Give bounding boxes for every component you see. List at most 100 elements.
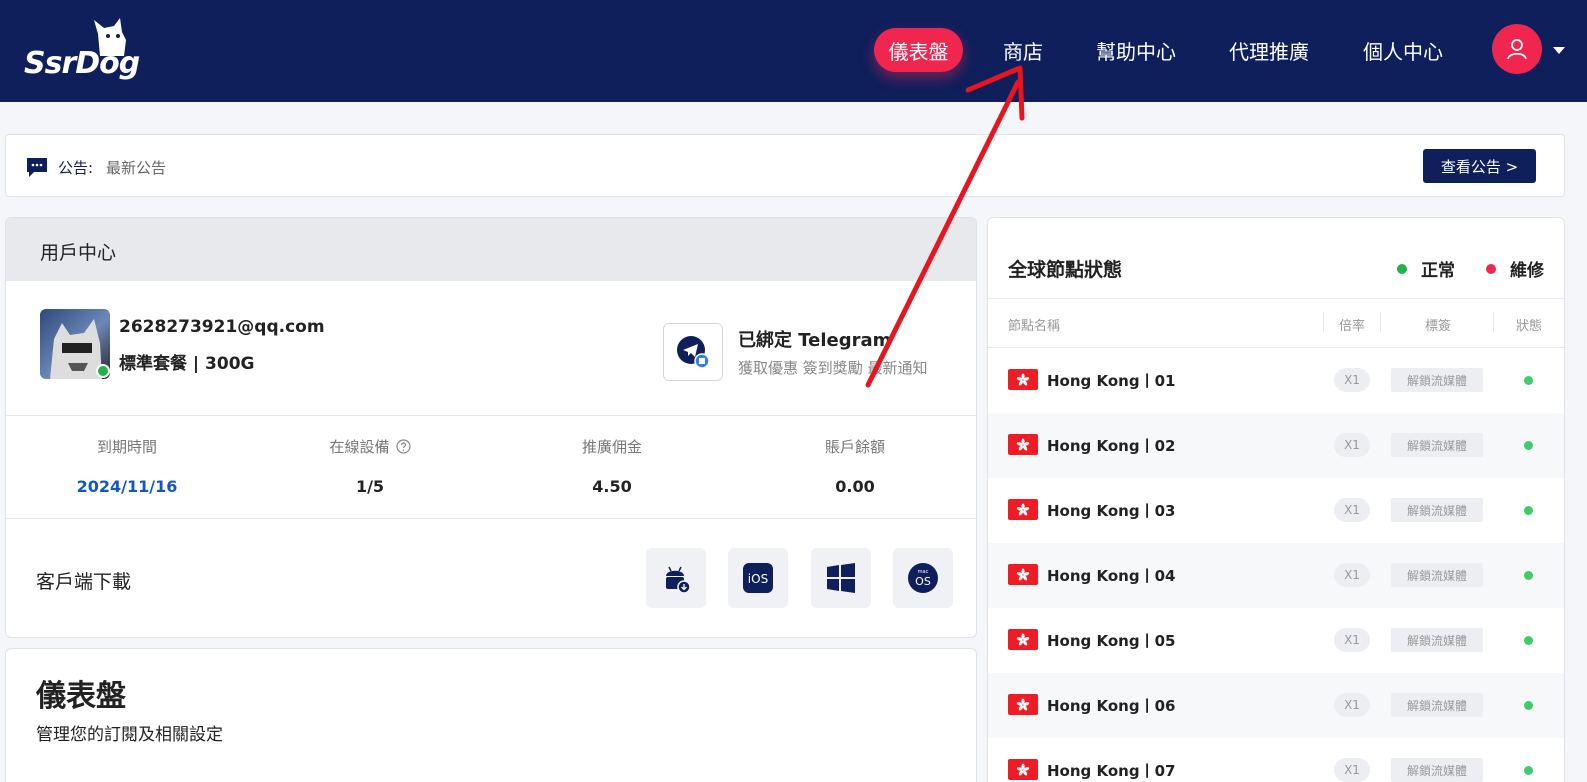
nav-label: 個人中心 <box>1363 39 1443 64</box>
download-macos-button[interactable]: mac OS <box>893 548 953 608</box>
status-dot <box>1524 506 1533 515</box>
node-row[interactable]: Hong Kong丨02 X1 解鎖流媒體 <box>988 413 1564 478</box>
user-menu-button[interactable] <box>1492 24 1542 74</box>
rate-badge: X1 <box>1334 628 1370 652</box>
online-status-dot <box>96 364 110 378</box>
rate-badge: X1 <box>1334 563 1370 587</box>
stat-online-devices: 在線設備 1/5 <box>270 436 470 496</box>
node-status-card: 全球節點狀態 正常 維修 節點名稱 倍率 標簽 狀態 Hong Kong丨01 X… <box>987 217 1565 782</box>
chevron-down-icon[interactable] <box>1553 47 1565 54</box>
hong-kong-flag-icon <box>1008 369 1038 390</box>
tag-badge: 解鎖流媒體 <box>1391 433 1483 457</box>
column-header: 狀態 <box>1516 319 1543 334</box>
hong-kong-flag-icon <box>1008 499 1038 520</box>
node-row[interactable]: Hong Kong丨05 X1 解鎖流媒體 <box>988 608 1564 673</box>
top-navbar: SsrDog 儀表盤 商店 幫助中心 代理推廣 個人中心 <box>0 0 1587 102</box>
node-name: Hong Kong丨03 <box>1047 502 1176 520</box>
page-subtitle: 管理您的訂閱及相關設定 <box>36 725 223 745</box>
legend-maintenance: 維修 <box>1486 256 1544 281</box>
stat-label: 到期時間 <box>27 436 227 457</box>
nav-label: 幫助中心 <box>1096 39 1176 64</box>
status-dot <box>1524 441 1533 450</box>
rate-badge: X1 <box>1334 758 1370 782</box>
stat-label: 賬戶餘額 <box>755 436 955 457</box>
nav-shop[interactable]: 商店 <box>990 28 1056 72</box>
nav-label: 代理推廣 <box>1229 39 1309 64</box>
card-header: 用戶中心 <box>6 218 976 281</box>
tag-badge: 解鎖流媒體 <box>1391 693 1483 717</box>
legend-dot-maintenance <box>1486 263 1496 274</box>
node-name: Hong Kong丨05 <box>1047 632 1176 650</box>
nav-help-center[interactable]: 幫助中心 <box>1085 28 1187 72</box>
client-download-title: 客戶端下載 <box>36 571 132 593</box>
stat-value: 1/5 <box>355 477 385 496</box>
announcement-bar: 公告: 最新公告 查看公告 > <box>5 134 1565 197</box>
download-android-button[interactable] <box>646 548 706 608</box>
dashboard-card: 儀表盤 管理您的訂閱及相關設定 <box>5 648 977 782</box>
node-name: Hong Kong丨01 <box>1047 372 1176 390</box>
divider <box>6 415 976 416</box>
rate-badge: X1 <box>1334 693 1370 717</box>
rate-badge: X1 <box>1334 433 1370 457</box>
android-icon <box>666 566 691 594</box>
tag-badge: 解鎖流媒體 <box>1391 498 1483 522</box>
nav-affiliate[interactable]: 代理推廣 <box>1218 28 1320 72</box>
node-row[interactable]: Hong Kong丨01 X1 解鎖流媒體 <box>988 348 1564 413</box>
node-status-title: 全球節點狀態 <box>1008 259 1123 281</box>
button-label: 查看公告 > <box>1440 157 1519 176</box>
ios-icon: iOS <box>743 563 773 593</box>
download-windows-button[interactable] <box>811 548 871 608</box>
stat-label-text: 賬戶餘額 <box>824 438 885 456</box>
stat-value: 0.00 <box>835 477 875 496</box>
status-dot <box>1524 701 1533 710</box>
status-dot <box>1524 376 1533 385</box>
announcement-text: 最新公告 <box>106 159 167 177</box>
status-dot <box>1524 636 1533 645</box>
column-header: 標簽 <box>1425 319 1452 334</box>
column-separator <box>1493 312 1494 332</box>
node-row[interactable]: Hong Kong丨07 X1 解鎖流媒體 <box>988 738 1564 782</box>
column-header: 倍率 <box>1339 319 1366 334</box>
nav-label: 商店 <box>1003 39 1043 64</box>
column-separator <box>1323 312 1324 332</box>
hong-kong-flag-icon <box>1008 694 1038 715</box>
help-circle-icon[interactable] <box>395 439 411 454</box>
stat-label-text: 到期時間 <box>96 438 157 456</box>
node-row[interactable]: Hong Kong丨03 X1 解鎖流媒體 <box>988 478 1564 543</box>
status-dot <box>1524 571 1533 580</box>
hong-kong-flag-icon <box>1008 629 1038 650</box>
node-name: Hong Kong丨04 <box>1047 567 1176 585</box>
stat-label-text: 推廣佣金 <box>581 438 642 456</box>
download-ios-button[interactable]: iOS <box>728 548 788 608</box>
ssrdog-logo[interactable]: SsrDog <box>24 18 174 82</box>
nav-personal-center[interactable]: 個人中心 <box>1352 28 1454 72</box>
divider <box>988 298 1564 299</box>
telegram-button[interactable] <box>663 323 723 381</box>
tag-badge: 解鎖流媒體 <box>1391 758 1483 782</box>
legend-label: 維修 <box>1510 261 1544 281</box>
telegram-title: 已綁定 Telegram <box>738 330 892 351</box>
status-dot <box>1524 766 1533 775</box>
user-email: 2628273921@qq.com <box>119 317 325 337</box>
page-title: 儀表盤 <box>36 679 126 714</box>
stat-value: 4.50 <box>592 477 632 496</box>
ios-label: iOS <box>748 572 768 586</box>
nav-label: 儀表盤 <box>888 39 949 64</box>
message-icon <box>27 158 47 177</box>
node-row[interactable]: Hong Kong丨04 X1 解鎖流媒體 <box>988 543 1564 608</box>
node-row[interactable]: Hong Kong丨06 X1 解鎖流媒體 <box>988 673 1564 738</box>
windows-icon <box>827 563 855 593</box>
hong-kong-flag-icon <box>1008 434 1038 455</box>
tag-badge: 解鎖流媒體 <box>1391 368 1483 392</box>
telegram-subtitle: 獲取優惠 簽到獎勵 最新通知 <box>738 359 928 377</box>
card-title: 用戶中心 <box>40 242 117 264</box>
nav-dashboard[interactable]: 儀表盤 <box>874 28 963 72</box>
stat-balance: 賬戶餘額 0.00 <box>755 436 955 496</box>
view-announcement-button[interactable]: 查看公告 > <box>1423 149 1536 183</box>
tag-badge: 解鎖流媒體 <box>1391 563 1483 587</box>
tag-badge: 解鎖流媒體 <box>1391 628 1483 652</box>
column-header: 節點名稱 <box>1008 319 1061 334</box>
legend-normal: 正常 <box>1397 256 1455 281</box>
macos-icon: mac OS <box>908 563 938 593</box>
macos-label-bottom: OS <box>915 575 931 588</box>
